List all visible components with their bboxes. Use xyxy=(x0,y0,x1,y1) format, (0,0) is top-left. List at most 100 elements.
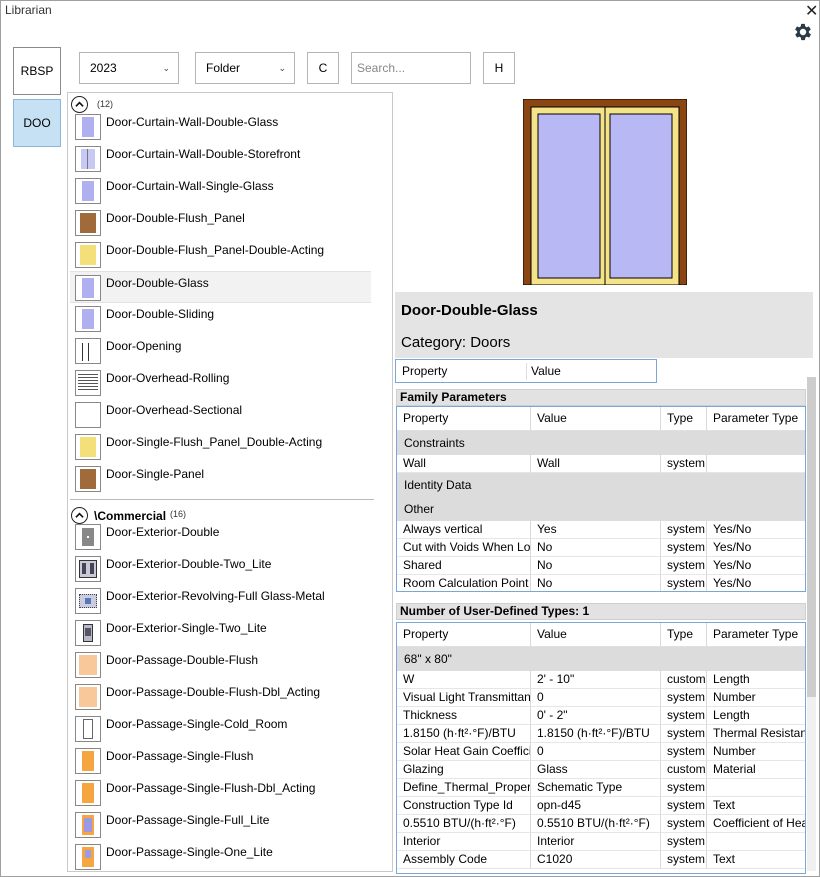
parameter-cell: system xyxy=(661,743,707,761)
column-header[interactable]: Parameter Type xyxy=(707,407,805,431)
column-header[interactable]: Value xyxy=(531,407,661,431)
grey-door-icon xyxy=(75,524,101,550)
column-divider xyxy=(526,363,527,380)
list-item[interactable]: Door-Exterior-Single-Two_Lite xyxy=(70,617,371,649)
list-item[interactable]: Door-Opening xyxy=(70,335,371,367)
type-parameters-grid[interactable]: Property Value Type Parameter Type 68" x 80"… xyxy=(396,622,806,874)
glass-door-icon xyxy=(75,275,101,301)
parameter-cell: opn-d45 xyxy=(531,797,661,815)
list-item[interactable]: Door-Double-Flush_Panel xyxy=(70,207,371,239)
gear-icon[interactable] xyxy=(792,21,814,43)
parameter-row[interactable]: Solar Heat Gain Coefficient0systemNumber xyxy=(397,743,805,761)
orange-door-icon xyxy=(75,748,101,774)
column-header[interactable]: Type xyxy=(661,407,707,431)
year-dropdown[interactable]: 2023 ⌄ xyxy=(79,52,179,84)
list-item[interactable]: Door-Double-Flush_Panel-Double-Acting xyxy=(70,239,371,271)
parameter-row[interactable]: Thickness 0' - 2" system Length xyxy=(397,707,805,725)
group-divider xyxy=(70,499,374,500)
list-item[interactable]: Door-Single-Flush_Panel_Double-Acting xyxy=(70,431,371,463)
close-icon[interactable]: ✕ xyxy=(805,1,818,21)
parameter-row[interactable]: Construction Type Id opn-d45 system Text xyxy=(397,797,805,815)
list-item[interactable]: Door-Exterior-Double-Two_Lite xyxy=(70,553,371,585)
view-dropdown-value: Folder xyxy=(206,61,241,75)
list-item[interactable]: Door-Curtain-Wall-Double-Storefront xyxy=(70,143,371,175)
column-header[interactable]: Type xyxy=(661,623,707,647)
parameter-cell: 0.5510 BTU/(h·ft²·°F) xyxy=(531,815,661,833)
list-item[interactable]: Door-Double-Glass xyxy=(70,271,371,303)
parameter-cell: Room Calculation Point xyxy=(397,575,531,591)
parameter-cell: W xyxy=(397,671,531,689)
column-header[interactable]: Property xyxy=(397,623,531,647)
column-header[interactable]: Parameter Type xyxy=(707,623,805,647)
parameter-group-row[interactable]: Constraints xyxy=(397,431,805,455)
list-item[interactable]: Door-Passage-Single-Full_Lite xyxy=(70,809,371,841)
list-item[interactable]: Door-Exterior-Revolving-Full Glass-Metal xyxy=(70,585,371,617)
parameter-row[interactable]: Always vertical Yes system Yes/No xyxy=(397,521,805,539)
parameter-cell xyxy=(707,833,805,851)
scrollbar-thumb[interactable] xyxy=(807,377,816,697)
list-item-label: Door-Exterior-Double xyxy=(106,525,220,539)
list-item[interactable]: Door-Passage-Double-Flush xyxy=(70,649,371,681)
list-item[interactable]: Door-Curtain-Wall-Double-Glass xyxy=(70,111,371,143)
one-lite-door-icon xyxy=(75,844,101,870)
h-button[interactable]: H xyxy=(483,52,515,84)
parameter-row[interactable]: Define_Thermal_PropertiesSchematic Types… xyxy=(397,779,805,797)
list-item[interactable]: Door-Passage-Single-Flush xyxy=(70,745,371,777)
list-item[interactable]: Door-Single-Panel xyxy=(70,463,371,495)
parameter-group-row[interactable]: Identity Data xyxy=(397,473,805,497)
sidebar-button-rbsp[interactable]: RBSP xyxy=(13,47,61,95)
sidebar-button-doo[interactable]: DOO xyxy=(13,99,61,147)
parameter-row[interactable]: Room Calculation Point No system Yes/No xyxy=(397,575,805,591)
column-header[interactable]: Value xyxy=(531,623,661,647)
detail-scrollbar[interactable] xyxy=(807,377,816,871)
parameter-cell: 1.8150 (h·ft²·°F)/BTU xyxy=(397,725,531,743)
list-item[interactable]: Door-Double-Sliding xyxy=(70,303,371,335)
family-parameters-grid[interactable]: Property Value Type Parameter Type Constrain… xyxy=(396,406,806,592)
list-item-label: Door-Passage-Single-Flush xyxy=(106,749,254,763)
column-header[interactable]: Property xyxy=(397,407,531,431)
list-item[interactable]: Door-Passage-Double-Flush-Dbl_Acting xyxy=(70,681,371,713)
list-item[interactable]: Door-Exterior-Double xyxy=(70,521,371,553)
door-preview-image xyxy=(523,99,687,285)
list-item[interactable]: Door-Passage-Single-One_Lite xyxy=(70,841,371,871)
list-item-label: Door-Single-Panel xyxy=(106,467,205,481)
parameter-group-row[interactable]: 68" x 80" xyxy=(397,647,805,671)
parameter-cell: system xyxy=(661,689,707,707)
parameter-cell: system xyxy=(661,851,707,869)
list-item[interactable]: Door-Overhead-Rolling xyxy=(70,367,371,399)
search-input[interactable] xyxy=(351,52,471,84)
parameter-row[interactable]: Shared No system Yes/No xyxy=(397,557,805,575)
parameter-row[interactable]: Assembly Code C1020 system Text xyxy=(397,851,805,869)
parameter-row[interactable]: 0.5510 BTU/(h·ft²·°F) 0.5510 BTU/(h·ft²·°… xyxy=(397,815,805,833)
parameter-cell xyxy=(707,779,805,797)
parameter-cell: system xyxy=(661,833,707,851)
list-item-label: Door-Exterior-Double-Two_Lite xyxy=(106,557,272,571)
view-dropdown[interactable]: Folder ⌄ xyxy=(195,52,295,84)
chevron-down-icon: ⌄ xyxy=(278,63,286,73)
parameter-row[interactable]: 1.8150 (h·ft²·°F)/BTU 1.8150 (h·ft²·°F)/B… xyxy=(397,725,805,743)
parameter-cell: Visual Light Transmittance xyxy=(397,689,531,707)
parameter-row[interactable]: Cut with Voids When LoadedNosystemYes/No xyxy=(397,539,805,557)
list-item-label: Door-Passage-Single-Cold_Room xyxy=(106,717,288,731)
parameter-row[interactable]: Glazing Glass custom Material xyxy=(397,761,805,779)
full-lite-door-icon xyxy=(75,812,101,838)
parameter-cell xyxy=(707,455,805,473)
parameter-row[interactable]: Interior Interior system xyxy=(397,833,805,851)
list-item[interactable]: Door-Overhead-Sectional xyxy=(70,399,371,431)
parameter-row[interactable]: Visual Light Transmittance 0 system Number xyxy=(397,689,805,707)
parameter-group-row[interactable]: Other xyxy=(397,497,805,521)
list-item[interactable]: Door-Passage-Single-Cold_Room xyxy=(70,713,371,745)
list-item-label: Door-Curtain-Wall-Single-Glass xyxy=(106,179,274,193)
list-item[interactable]: Door-Curtain-Wall-Single-Glass xyxy=(70,175,371,207)
wood-door-icon xyxy=(75,210,101,236)
family-category: Category: Doors xyxy=(401,334,511,351)
parameter-cell: system xyxy=(661,455,707,473)
parameter-row[interactable]: Wall Wall system xyxy=(397,455,805,473)
group-count: (12) xyxy=(97,99,114,109)
wood-door-icon xyxy=(75,466,101,492)
list-item[interactable]: Door-Passage-Single-Flush-Dbl_Acting xyxy=(70,777,371,809)
c-button[interactable]: C xyxy=(307,52,339,84)
parameter-row[interactable]: W 2' - 10" custom Length xyxy=(397,671,805,689)
family-list[interactable]: (12) Door-Curtain-Wall-Double-Glass Door-… xyxy=(67,92,393,872)
yellow-door-icon xyxy=(75,242,101,268)
